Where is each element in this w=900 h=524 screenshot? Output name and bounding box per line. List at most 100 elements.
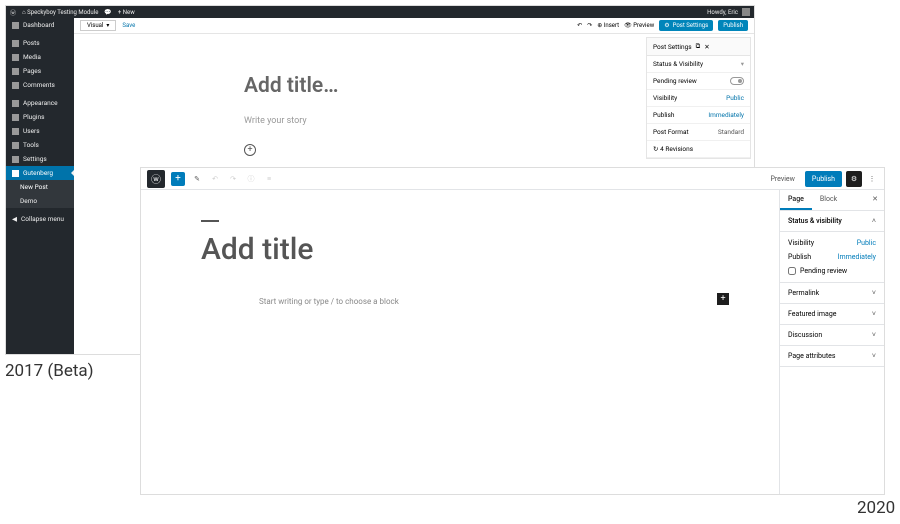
post-settings-panel: Post Settings ⧉ ✕ Status & Visibility▾ P… bbox=[646, 37, 751, 159]
sidebar-item-users[interactable]: Users bbox=[6, 124, 74, 138]
sidebar-item-appearance[interactable]: Appearance bbox=[6, 96, 74, 110]
sidebar-sub-new-post[interactable]: New Post bbox=[6, 180, 74, 194]
pending-toggle[interactable] bbox=[730, 77, 744, 85]
save-link[interactable]: Save bbox=[122, 22, 135, 29]
avatar[interactable] bbox=[742, 8, 750, 16]
preview-button[interactable]: 👁 Preview bbox=[624, 22, 654, 29]
chevron-down-icon: ˅ bbox=[872, 289, 876, 297]
body-input[interactable]: Start writing or type / to choose a bloc… bbox=[259, 297, 719, 306]
editor-toolbar: ⓦ + ✎ ↶ ↷ ⓘ ≡ Preview Publish ⚙ ⋮ bbox=[141, 168, 884, 190]
new-link[interactable]: + New bbox=[118, 9, 135, 16]
chevron-down-icon: ˅ bbox=[872, 352, 876, 360]
info-icon[interactable]: ⓘ bbox=[245, 173, 257, 185]
body-input[interactable]: Write your story bbox=[244, 116, 654, 126]
editor-content[interactable]: Add title Start writing or type / to cho… bbox=[141, 190, 779, 494]
sidebar-item-gutenberg[interactable]: Gutenberg bbox=[6, 166, 74, 180]
pending-checkbox-input[interactable] bbox=[788, 267, 796, 275]
outline-icon[interactable]: ≡ bbox=[263, 173, 275, 185]
chevron-down-icon: ▾ bbox=[741, 60, 744, 68]
tab-block[interactable]: Block bbox=[812, 190, 845, 210]
media-icon bbox=[12, 54, 19, 61]
editor-toolbar: Visual▾ Save ↶ ↷ ⊕ Insert 👁 Preview ⚙Pos… bbox=[74, 18, 754, 34]
add-block-button[interactable]: + bbox=[244, 144, 256, 156]
sidebar-item-dashboard[interactable]: Dashboard bbox=[6, 18, 74, 32]
panel-title: Post Settings bbox=[653, 43, 692, 51]
undo-icon[interactable]: ↶ bbox=[577, 22, 582, 29]
status-visibility-section[interactable]: Status & visibility˄ bbox=[780, 211, 884, 232]
add-block-button[interactable]: + bbox=[171, 172, 185, 186]
pin-icon bbox=[12, 40, 19, 47]
sidebar-sub-demo[interactable]: Demo bbox=[6, 194, 74, 208]
plugin-icon bbox=[12, 114, 19, 121]
label-2017: 2017 (Beta) bbox=[5, 361, 94, 381]
publish-link[interactable]: Immediately bbox=[838, 253, 876, 261]
insert-button[interactable]: ⊕ Insert bbox=[597, 22, 619, 29]
pending-review-checkbox[interactable]: Pending review bbox=[788, 264, 876, 278]
post-format-value[interactable]: Standard bbox=[718, 128, 744, 136]
preview-button[interactable]: Preview bbox=[764, 172, 800, 186]
panel-tabs: Page Block ✕ bbox=[780, 190, 884, 211]
permalink-section[interactable]: Permalink˅ bbox=[780, 283, 884, 304]
wp-logo-icon[interactable]: ⓦ bbox=[147, 170, 165, 188]
sidebar-item-tools[interactable]: Tools bbox=[6, 138, 74, 152]
sidebar-item-comments[interactable]: Comments bbox=[6, 78, 74, 92]
sidebar-item-pages[interactable]: Pages bbox=[6, 64, 74, 78]
close-icon[interactable]: ✕ bbox=[866, 190, 884, 210]
settings-button[interactable]: ⚙ bbox=[846, 171, 862, 187]
publish-row: PublishImmediately bbox=[647, 107, 750, 124]
title-input[interactable]: Add title… bbox=[244, 74, 654, 98]
visibility-link[interactable]: Public bbox=[857, 239, 876, 247]
publish-link[interactable]: Immediately bbox=[708, 111, 744, 119]
tools-icon bbox=[12, 142, 19, 149]
post-settings-button[interactable]: ⚙Post Settings bbox=[659, 20, 713, 31]
tab-page[interactable]: Page bbox=[780, 190, 812, 210]
dashboard-icon bbox=[12, 22, 19, 29]
chevron-down-icon: ˅ bbox=[872, 331, 876, 339]
history-icon: ↻ bbox=[653, 145, 658, 153]
visibility-row: VisibilityPublic bbox=[647, 90, 750, 107]
visibility-link[interactable]: Public bbox=[726, 94, 744, 102]
comments-icon[interactable]: 💬 bbox=[104, 9, 111, 16]
close-icon[interactable]: ✕ bbox=[704, 43, 709, 51]
collapse-menu[interactable]: ◀Collapse menu bbox=[6, 212, 74, 226]
comments-icon bbox=[12, 82, 19, 89]
redo-icon[interactable]: ↷ bbox=[587, 22, 592, 29]
publish-button[interactable]: Publish bbox=[805, 171, 842, 187]
discussion-section[interactable]: Discussion˅ bbox=[780, 325, 884, 346]
sidebar-item-plugins[interactable]: Plugins bbox=[6, 110, 74, 124]
chevron-down-icon: ˅ bbox=[872, 310, 876, 318]
brush-icon bbox=[12, 100, 19, 107]
title-rule bbox=[201, 220, 219, 222]
site-link[interactable]: ⌂ Speckyboy Testing Module bbox=[22, 9, 98, 16]
howdy-label[interactable]: Howdy, Eric bbox=[707, 9, 738, 16]
more-icon[interactable]: ⋮ bbox=[866, 173, 878, 185]
featured-image-section[interactable]: Featured image˅ bbox=[780, 304, 884, 325]
admin-sidebar: Dashboard Posts Media Pages Comments App… bbox=[6, 18, 74, 354]
mode-select[interactable]: Visual▾ bbox=[80, 20, 116, 31]
window-2020: ⓦ + ✎ ↶ ↷ ⓘ ≡ Preview Publish ⚙ ⋮ Add ti… bbox=[140, 167, 885, 495]
edit-icon bbox=[12, 170, 19, 177]
sidebar-item-posts[interactable]: Posts bbox=[6, 36, 74, 50]
label-2020: 2020 bbox=[857, 498, 895, 518]
status-visibility-accordion[interactable]: Status & Visibility▾ bbox=[647, 56, 750, 73]
panel-header: Post Settings ⧉ ✕ bbox=[647, 38, 750, 56]
revisions-row[interactable]: ↻ 4 Revisions bbox=[647, 141, 750, 158]
page-attributes-section[interactable]: Page attributes˅ bbox=[780, 346, 884, 367]
pages-icon bbox=[12, 68, 19, 75]
wp-logo-icon[interactable]: ⓦ bbox=[10, 8, 16, 17]
popout-icon[interactable]: ⧉ bbox=[696, 42, 701, 51]
edit-mode-button[interactable]: ✎ bbox=[191, 173, 203, 185]
sidebar-item-media[interactable]: Media bbox=[6, 50, 74, 64]
undo-icon[interactable]: ↶ bbox=[209, 173, 221, 185]
title-input[interactable]: Add title bbox=[201, 232, 719, 267]
admin-bar: ⓦ ⌂ Speckyboy Testing Module 💬 + New How… bbox=[6, 6, 754, 18]
redo-icon[interactable]: ↷ bbox=[227, 173, 239, 185]
sidebar-item-settings[interactable]: Settings bbox=[6, 152, 74, 166]
publish-button[interactable]: Publish bbox=[718, 20, 748, 31]
collapse-icon: ◀ bbox=[12, 215, 17, 223]
chevron-down-icon: ▾ bbox=[106, 22, 109, 29]
insert-block-button[interactable]: + bbox=[717, 293, 729, 305]
post-format-row: Post FormatStandard bbox=[647, 124, 750, 141]
settings-panel: Page Block ✕ Status & visibility˄ Visibi… bbox=[779, 190, 884, 494]
status-visibility-body: VisibilityPublic PublishImmediately Pend… bbox=[780, 232, 884, 283]
